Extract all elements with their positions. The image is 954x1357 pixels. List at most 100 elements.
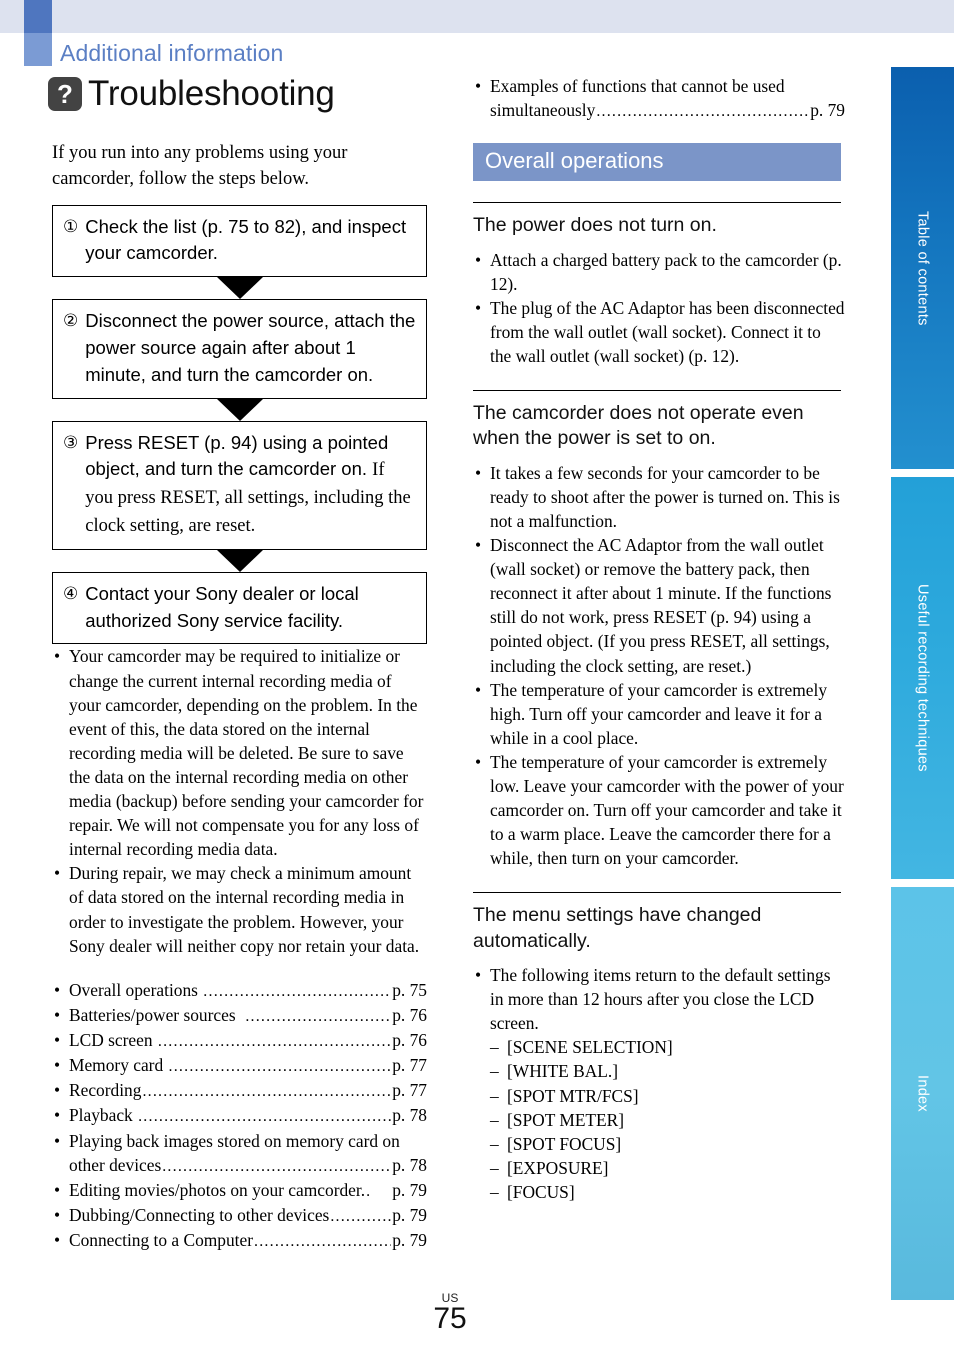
side-tab-useful-recording-techniques[interactable]: Useful recording techniques: [890, 476, 954, 879]
chapter-title: ? Troubleshooting: [48, 74, 335, 114]
toc-label: other devices: [69, 1154, 162, 1175]
side-tab-strip: Table of contents Useful recording techn…: [880, 66, 954, 1300]
step-number: ④: [63, 583, 79, 603]
step-number: ③: [63, 432, 79, 452]
toc-leader: ........................................…: [162, 1157, 392, 1175]
list-item: The plug of the AC Adaptor has been disc…: [473, 296, 845, 368]
toc-label: Memory card: [69, 1055, 168, 1076]
menu-item-list: [SCENE SELECTION] [WHITE BAL.] [SPOT MTR…: [473, 1035, 845, 1204]
qa-heading: The camcorder does not operate even when…: [473, 402, 804, 450]
toc-leader: ........................................…: [254, 1233, 391, 1251]
list-item[interactable]: Batteries/power sources ................…: [52, 1003, 427, 1028]
list-item: The temperature of your camcorder is ext…: [473, 750, 845, 870]
qa-bullets: The following items return to the defaul…: [473, 963, 845, 1035]
list-item[interactable]: Overall operations .....................…: [52, 978, 427, 1003]
step-number: ②: [63, 311, 79, 331]
list-item: [SPOT FOCUS]: [490, 1132, 845, 1156]
list-item: [SPOT METER]: [490, 1108, 845, 1132]
step-box-3: ③ Press RESET (p. 94) using a pointed ob…: [52, 420, 427, 550]
qa-bullets: It takes a few seconds for your camcorde…: [473, 461, 845, 871]
list-item: [EXPOSURE]: [490, 1156, 845, 1180]
list-item[interactable]: Connecting to a Computer................…: [52, 1228, 427, 1253]
right-column: Examples of functions that cannot be use…: [473, 74, 845, 1204]
toc-page: p. 79: [810, 100, 845, 121]
divider: [473, 390, 841, 392]
step-box-2: ② Disconnect the power source, attach th…: [52, 299, 427, 399]
list-item: [SPOT MTR/FCS]: [490, 1084, 845, 1108]
step-text: Press RESET (p. 94) using a pointed obje…: [85, 430, 416, 540]
toc-label-first-line: Playing back images stored on memory car…: [69, 1130, 400, 1151]
toc-leader: ........................................…: [245, 1007, 391, 1025]
toc-leader: ........................................…: [203, 982, 391, 1000]
toc-page: p. 79: [392, 1230, 427, 1251]
toc-leader: ........................................…: [168, 1058, 392, 1076]
step-box-4: ④ Contact your Sony dealer or local auth…: [52, 571, 427, 645]
list-item[interactable]: Recording...............................…: [52, 1078, 427, 1103]
list-item: [WHITE BAL.]: [490, 1059, 845, 1083]
toc-leader: ........................................…: [142, 1083, 392, 1101]
toc-leader: .: [366, 1182, 372, 1200]
header-square-light: [24, 33, 52, 66]
toc-label: Playback: [69, 1105, 138, 1126]
step-text-main: Press RESET (p. 94) using a pointed obje…: [85, 431, 389, 480]
list-item[interactable]: Memory card ............................…: [52, 1053, 427, 1078]
step-box-1: ① Check the list (p. 75 to 82), and insp…: [52, 204, 427, 278]
toc-leader: ........................................…: [596, 103, 810, 121]
flow-arrow-1: [52, 277, 427, 300]
flow-arrow-3: [52, 549, 427, 572]
list-item[interactable]: Examples of functions that cannot be use…: [473, 74, 845, 123]
list-item: Attach a charged battery pack to the cam…: [473, 248, 845, 296]
list-item[interactable]: LCD screen .............................…: [52, 1028, 427, 1053]
page-number: 75: [433, 1302, 467, 1335]
toc-page: p. 75: [392, 979, 427, 1000]
side-tab-label: Table of contents: [914, 210, 931, 326]
step-text: Contact your Sony dealer or local author…: [85, 582, 359, 631]
qa-bullets: Attach a charged battery pack to the cam…: [473, 248, 845, 368]
step-number: ①: [63, 216, 79, 236]
toc-page: p. 78: [392, 1105, 427, 1126]
toc-label: Overall operations: [69, 979, 203, 1000]
step-text: Disconnect the power source, attach the …: [85, 310, 416, 385]
toc-leader: ........................................…: [138, 1108, 391, 1126]
list-item: [SCENE SELECTION]: [490, 1035, 845, 1059]
list-item: During repair, we may check a minimum am…: [52, 861, 427, 957]
toc-leader: ........................................…: [330, 1208, 392, 1226]
toc-label: Recording: [69, 1080, 142, 1101]
toc-label: simultaneously: [490, 100, 596, 121]
section-label: Additional information: [60, 40, 284, 66]
top-band: [0, 0, 954, 33]
toc-page: p. 78: [392, 1154, 427, 1175]
qa-heading: The power does not turn on.: [473, 214, 717, 237]
qa-heading: The menu settings have changed automatic…: [473, 904, 762, 952]
list-item[interactable]: Editing movies/photos on your camcorder.…: [52, 1178, 427, 1203]
flow-arrow-2: [52, 398, 427, 421]
toc-page: p. 77: [392, 1080, 427, 1101]
header-square-dark: [24, 0, 52, 33]
list-item: It takes a few seconds for your camcorde…: [473, 461, 845, 533]
side-tab-label: Index: [914, 1075, 931, 1112]
left-column: If you run into any problems using your …: [52, 140, 427, 1253]
toc-label: Dubbing/Connecting to other devices: [69, 1205, 330, 1226]
list-item: The following items return to the defaul…: [473, 963, 845, 1035]
toc-label: Editing movies/photos on your camcorder.: [69, 1179, 366, 1200]
list-item: Your camcorder may be required to initia…: [52, 644, 427, 861]
question-badge-icon: ?: [48, 77, 82, 111]
section-banner: Overall operations: [473, 143, 841, 182]
list-item[interactable]: Playing back images stored on memory car…: [52, 1129, 427, 1178]
toc-label: Connecting to a Computer: [69, 1230, 254, 1251]
divider: [473, 892, 841, 894]
toc-page: p. 79: [392, 1205, 427, 1226]
list-item[interactable]: Playback ...............................…: [52, 1103, 427, 1128]
document-page: Additional information ? Troubleshooting…: [0, 0, 954, 1357]
toc-label: Batteries/power sources: [69, 1004, 245, 1025]
toc-page: p. 76: [392, 1030, 427, 1050]
list-item[interactable]: Dubbing/Connecting to other devices.....…: [52, 1203, 427, 1228]
list-item: Disconnect the AC Adaptor from the wall …: [473, 533, 845, 678]
toc-label-first-line: Examples of functions that cannot be use…: [490, 76, 785, 96]
notes-list: Your camcorder may be required to initia…: [52, 644, 427, 957]
side-tab-table-of-contents[interactable]: Table of contents: [890, 66, 954, 469]
side-tab-index[interactable]: Index: [890, 886, 954, 1300]
list-item: The temperature of your camcorder is ext…: [473, 678, 845, 750]
list-item: [FOCUS]: [490, 1180, 845, 1204]
page-title: Troubleshooting: [88, 74, 335, 113]
